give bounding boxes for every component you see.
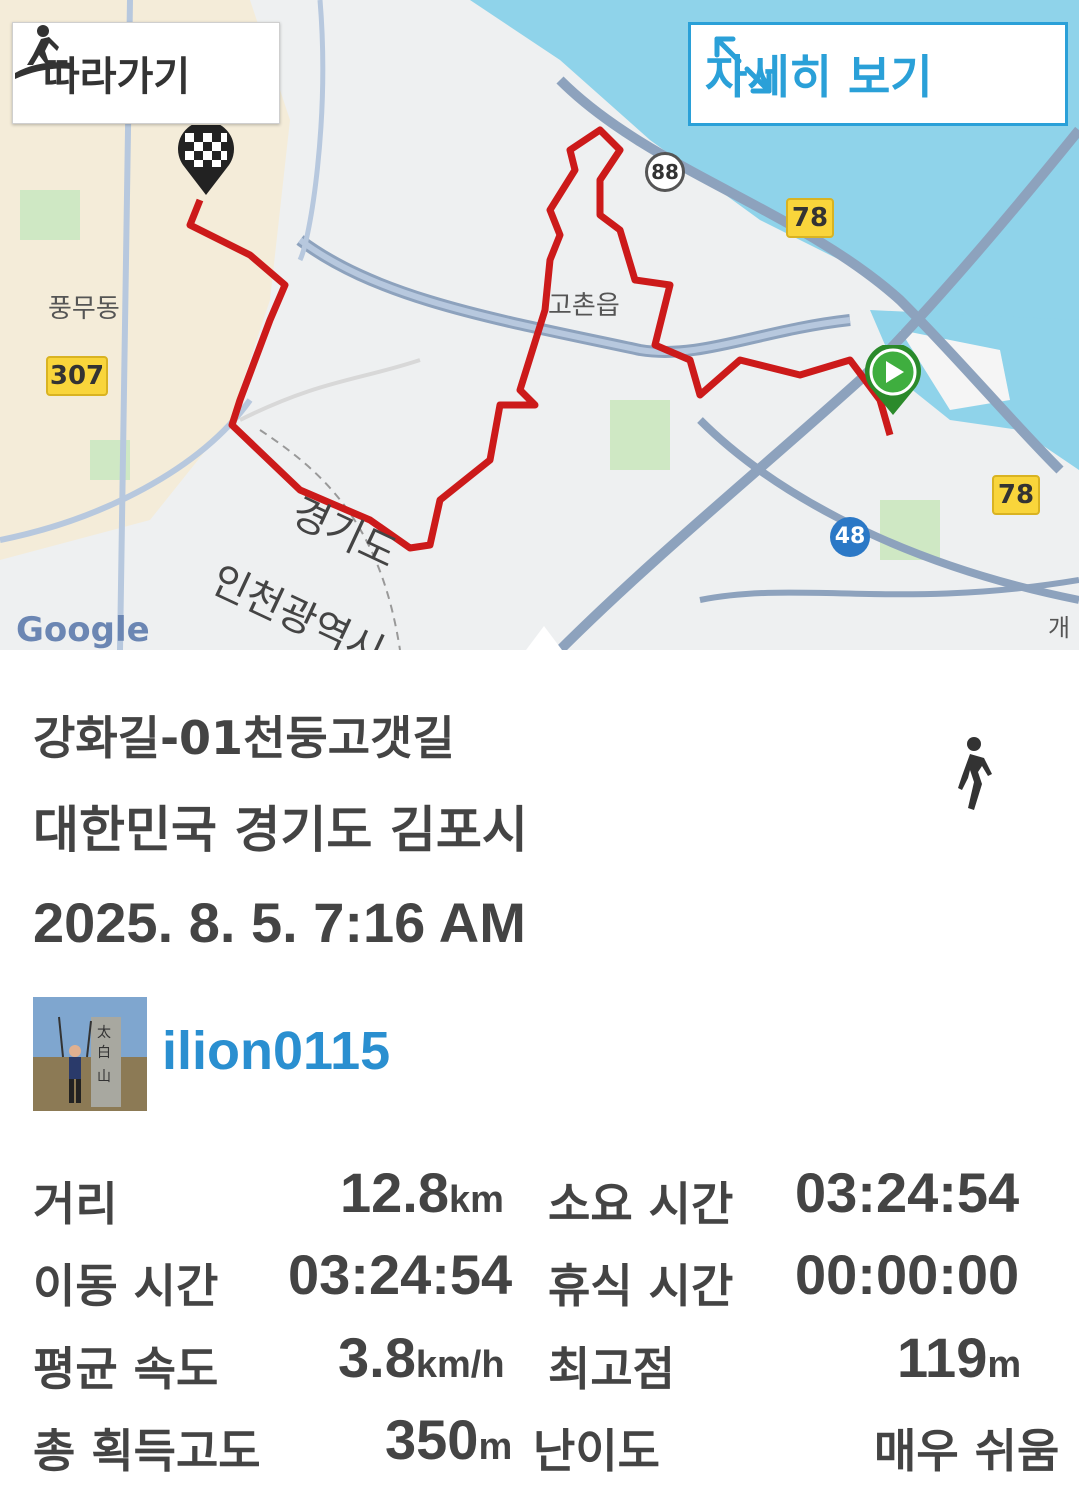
view-details-button[interactable]: 자세히 보기 xyxy=(688,22,1068,126)
road-badge-78-east: 78 xyxy=(992,475,1040,515)
map-label-pungmu: 풍무동 xyxy=(48,294,120,324)
distance-number: 12.8 xyxy=(340,1161,449,1224)
svg-text:白: 白 xyxy=(97,1045,111,1061)
track-datetime: 2025. 8. 5. 7:16 AM xyxy=(33,891,526,954)
stat-moving-label: 이동 시간 xyxy=(33,1259,219,1313)
stat-moving-value: 03:24:54 xyxy=(288,1243,513,1306)
walking-person-icon xyxy=(958,737,992,810)
map-label-gaehwa: 개화 xyxy=(1048,614,1071,650)
svg-text:太: 太 xyxy=(97,1025,111,1041)
route-map[interactable]: 풍무동 고촌읍 경기도 인천광역시 개화 Google 307 78 78 88… xyxy=(0,0,1079,650)
map-label-gochon: 고촌읍 xyxy=(548,291,620,321)
stat-rest-label: 휴식 시간 xyxy=(548,1259,734,1313)
hiking-trail-icon xyxy=(15,25,71,79)
stat-ascent-value: 350m xyxy=(385,1407,512,1472)
track-title: 강화길-01천둥고갯길 xyxy=(33,711,455,765)
track-info-panel: 강화길-01천둥고갯길 대한민국 경기도 김포시 2025. 8. 5. 7:1… xyxy=(0,650,1079,1495)
stat-avg-speed-label: 평균 속도 xyxy=(33,1342,219,1396)
google-logo: Google xyxy=(16,610,150,650)
username-link[interactable]: ilion0115 xyxy=(162,1020,390,1082)
stat-max-elev-label: 최고점 xyxy=(548,1342,675,1396)
road-badge-78-north: 78 xyxy=(786,198,834,238)
follow-button[interactable]: 따라가기 xyxy=(12,22,280,124)
distance-unit: km xyxy=(449,1179,504,1221)
ascent-number: 350 xyxy=(385,1408,479,1471)
avg-speed-number: 3.8 xyxy=(338,1326,416,1389)
map-pointer xyxy=(526,626,562,650)
stat-duration-value: 03:24:54 xyxy=(795,1161,1020,1224)
stat-avg-speed-value: 3.8km/h xyxy=(338,1325,505,1390)
start-marker-icon xyxy=(865,345,921,415)
highway-badge-48: 48 xyxy=(830,517,870,557)
svg-text:山: 山 xyxy=(97,1069,111,1085)
ascent-unit: m xyxy=(478,1426,513,1468)
stat-rest-value: 00:00:00 xyxy=(795,1243,1020,1306)
avg-speed-unit: km/h xyxy=(415,1344,505,1386)
stat-difficulty-label: 난이도 xyxy=(533,1424,660,1478)
max-elev-unit: m xyxy=(987,1344,1022,1386)
max-elev-number: 119 xyxy=(897,1326,988,1389)
highway-badge-88: 88 xyxy=(645,152,685,192)
stat-distance-value: 12.8km xyxy=(340,1160,504,1225)
stat-difficulty-value: 매우 쉬움 xyxy=(874,1424,1060,1478)
expand-icon xyxy=(714,36,772,94)
stat-distance-label: 거리 xyxy=(33,1177,118,1231)
stat-ascent-label: 총 획득고도 xyxy=(33,1424,261,1478)
user-avatar[interactable]: 太 白 山 xyxy=(33,997,147,1111)
stat-max-elev-value: 119m xyxy=(897,1325,1021,1390)
track-region: 대한민국 경기도 김포시 xyxy=(33,801,528,859)
finish-marker-icon xyxy=(178,125,234,195)
stat-duration-label: 소요 시간 xyxy=(548,1177,734,1231)
avatar-image: 太 白 山 xyxy=(33,997,147,1111)
road-badge-307: 307 xyxy=(46,356,108,396)
